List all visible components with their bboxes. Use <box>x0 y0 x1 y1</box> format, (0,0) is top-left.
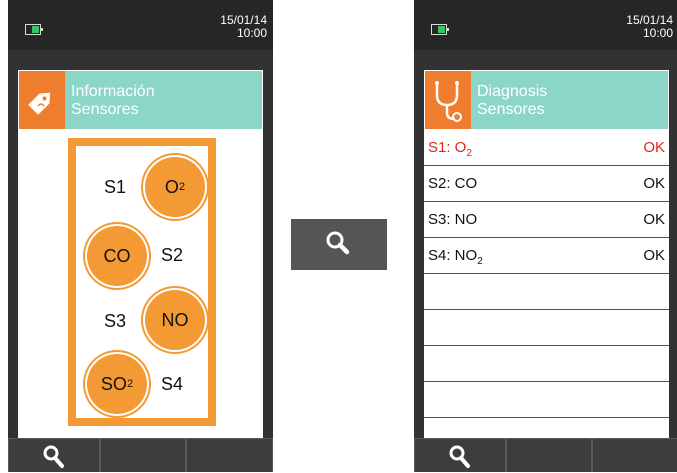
list-item[interactable]: S1: O2 OK <box>424 130 669 166</box>
softkey-bar <box>8 438 273 472</box>
clock: 15/01/14 10:00 <box>626 14 673 40</box>
sensor-label-s4: S4 <box>161 374 184 394</box>
header-title: Información <box>71 83 155 100</box>
stethoscope-icon <box>425 71 471 129</box>
screen-header: Información Sensores <box>19 71 262 129</box>
time: 10:00 <box>236 26 267 40</box>
list-item-empty <box>424 346 669 382</box>
softkey-3[interactable] <box>592 438 677 472</box>
sensor-status: OK <box>643 175 665 192</box>
sensor-gas: NO <box>161 309 189 330</box>
header-title: Diagnosis <box>477 83 548 100</box>
sensor-circle-s4[interactable]: SO 2 <box>87 354 147 414</box>
sensor-name-sub: 2 <box>477 256 483 267</box>
softkey-bar <box>414 438 677 472</box>
header-subtitle: Sensores <box>71 101 139 118</box>
sensor-gas-sub: 2 <box>178 181 186 193</box>
sensor-name: S3: NO <box>428 211 478 228</box>
battery-icon <box>25 24 43 35</box>
list-item-empty <box>424 310 669 346</box>
search-icon <box>43 445 64 468</box>
sensor-label-s2: S2 <box>161 245 184 265</box>
softkey-2[interactable] <box>506 438 592 472</box>
softkey-1[interactable] <box>414 438 506 472</box>
battery-icon <box>431 24 449 35</box>
sensor-name: S4: NO <box>428 247 478 264</box>
search-button[interactable] <box>291 219 387 270</box>
time: 10:00 <box>642 26 673 40</box>
screen: Diagnosis Sensores S1: O2 OK S2: CO OK S… <box>424 70 669 438</box>
search-icon <box>449 445 470 468</box>
sensor-circle-s2[interactable]: CO <box>87 226 147 286</box>
device-left: 15/01/14 10:00 Información Sensores S1 O… <box>8 0 273 472</box>
list-item-empty <box>424 274 669 310</box>
status-bar: 15/01/14 10:00 <box>8 0 273 50</box>
device-right: 15/01/14 10:00 Diagnosis Sensores S1: O2 <box>414 0 677 472</box>
sensor-gas: CO <box>103 245 131 266</box>
clock: 15/01/14 10:00 <box>220 14 267 40</box>
sensor-gas: SO <box>100 373 127 394</box>
softkey-3[interactable] <box>186 438 273 472</box>
list-item[interactable]: S3: NO OK <box>424 202 669 238</box>
sensor-gas: O <box>164 176 179 197</box>
tag-icon <box>19 71 65 129</box>
sensor-status: OK <box>643 211 665 228</box>
sensor-circle-s1[interactable]: O2 <box>145 157 205 217</box>
sensor-list: S1: O2 OK S2: CO OK S3: NO OK S4: NO2 OK <box>424 130 669 418</box>
sensor-label-s3: S3 <box>104 311 127 331</box>
search-icon <box>326 231 350 255</box>
screen: Información Sensores S1 O2 CO S2 S3 NO S… <box>18 70 263 438</box>
sensor-label-s1: S1 <box>104 177 127 197</box>
list-item[interactable]: S4: NO2 OK <box>424 238 669 274</box>
sensor-gas-sub: 2 <box>126 378 134 390</box>
screen-header: Diagnosis Sensores <box>425 71 668 129</box>
softkey-2[interactable] <box>100 438 186 472</box>
sensor-status: OK <box>643 247 665 264</box>
sensor-name: S1: O <box>428 139 467 156</box>
status-bar: 15/01/14 10:00 <box>414 0 677 50</box>
softkey-1[interactable] <box>8 438 100 472</box>
list-item-empty <box>424 382 669 418</box>
sensor-status: OK <box>643 139 665 156</box>
sensor-name-sub: 2 <box>466 148 472 159</box>
sensor-name: S2: CO <box>428 175 478 192</box>
sensor-circle-s3[interactable]: NO <box>145 290 205 350</box>
list-item[interactable]: S2: CO OK <box>424 166 669 202</box>
header-subtitle: Sensores <box>477 101 545 118</box>
